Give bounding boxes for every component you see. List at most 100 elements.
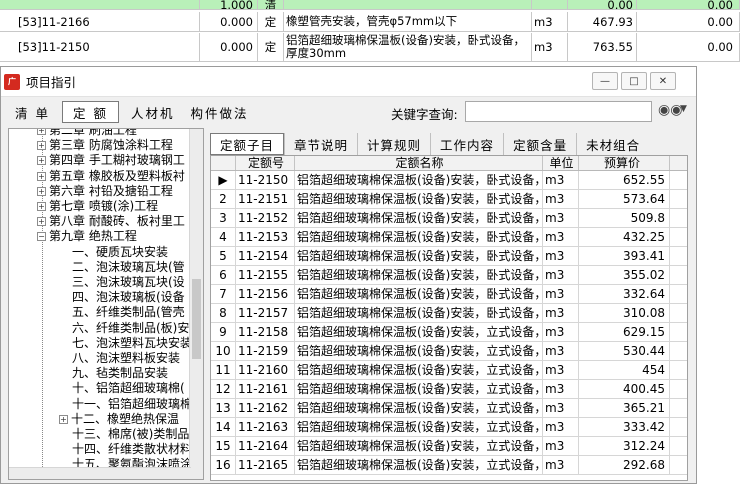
tree-node[interactable]: 八、泡沫塑料板安装 <box>72 351 180 366</box>
expand-plus-icon[interactable]: + <box>37 217 46 227</box>
close-button[interactable]: ✕ <box>650 72 676 90</box>
tab-chapter-notes[interactable]: 章节说明 <box>284 133 357 155</box>
expand-plus-icon[interactable]: + <box>59 414 68 424</box>
tree-node[interactable]: + 第三章 防腐蚀涂料工程 <box>37 138 173 153</box>
quota-unit: m3 <box>543 361 579 379</box>
tab-material-combo[interactable]: 未材组合 <box>576 133 649 155</box>
quota-code: 11-2154 <box>236 247 295 265</box>
bg-row[interactable]: 1.000 清 0.00 0.00 <box>0 0 740 10</box>
bg-code <box>0 0 200 9</box>
table-row[interactable]: 3 11-2152 铝箔超细玻璃棉保温板(设备)安装，卧式设备，厚 m3 509.8 <box>211 209 687 228</box>
bg-unit: m3 <box>532 12 568 31</box>
table-row[interactable]: 8 11-2157 铝箔超细玻璃棉保温板(设备)安装，卧式设备，厚 m3 310.08 <box>211 304 687 323</box>
scroll-thumb[interactable] <box>192 279 201 359</box>
tree-node[interactable]: 五、纤维类制品(管壳 <box>72 305 185 320</box>
tree-node[interactable]: 十三、棉席(被)类制品 <box>72 427 189 442</box>
tree-vertical-scrollbar[interactable] <box>189 129 203 479</box>
table-row[interactable]: 2 11-2151 铝箔超细玻璃棉保温板(设备)安装，卧式设备，厚 m3 573.64 <box>211 190 687 209</box>
tree-node[interactable]: 七、泡沫塑料瓦块安装 <box>72 336 192 351</box>
expand-plus-icon[interactable]: + <box>37 156 46 166</box>
tree-node[interactable]: 十一、铝箔超细玻璃棉 <box>72 397 192 412</box>
tree-node[interactable]: 九、毡类制品安装 <box>72 366 168 381</box>
bg-row[interactable]: [53]11-2166 0.000 定 橡塑管壳安装，管壳φ57mm以下 m3 … <box>0 12 740 32</box>
maximize-button[interactable]: □ <box>621 72 647 90</box>
bg-row[interactable]: [53]11-2150 0.000 定 铝箔超细玻璃棉保温板(设备)安装，卧式设… <box>0 33 740 62</box>
tree-node[interactable]: + 第五章 橡胶板及塑料板衬 <box>37 169 185 184</box>
bg-unit <box>532 0 568 9</box>
col-header-name[interactable]: 定额名称 <box>295 156 543 170</box>
col-header-code[interactable]: 定额号 <box>236 156 295 170</box>
tree-node[interactable]: 三、泡沫玻璃瓦块(设 <box>72 275 185 290</box>
tree-node[interactable]: 一、硬质瓦块安装 <box>72 245 168 260</box>
tree-node[interactable]: 二、泡沫玻璃瓦块(管 <box>72 260 185 275</box>
col-header-price[interactable]: 预算价 <box>579 156 670 170</box>
expand-plus-icon[interactable]: + <box>37 129 46 135</box>
tree-node[interactable]: + 十二、橡塑绝热保温 <box>59 412 179 427</box>
table-row[interactable]: 10 11-2159 铝箔超细玻璃棉保温板(设备)安装，立式设备，厚 m3 530.44 <box>211 342 687 361</box>
quota-name: 铝箔超细玻璃棉保温板(设备)安装，卧式设备，厚 <box>297 247 543 265</box>
detail-tabs-bar: 定额子目 章节说明 计算规则 工作内容 定额含量 未材组合 <box>210 133 688 155</box>
row-index: 7 <box>211 285 236 303</box>
table-row[interactable]: 6 11-2155 铝箔超细玻璃棉保温板(设备)安装，卧式设备，厚 m3 355.02 <box>211 266 687 285</box>
row-index: ▶ <box>211 171 236 189</box>
table-row[interactable]: 15 11-2164 铝箔超细玻璃棉保温板(设备)安装，立式设备，厚 m3 312.24 <box>211 437 687 456</box>
bg-price: 467.93 <box>568 12 637 31</box>
bg-total: 0.00 <box>637 0 740 9</box>
tab-calc-rules[interactable]: 计算规则 <box>357 133 430 155</box>
quota-price: 292.68 <box>579 456 670 474</box>
bg-total: 0.00 <box>637 12 740 31</box>
tree-node[interactable]: + 第七章 喷镀(涂)工程 <box>37 199 158 214</box>
quota-unit: m3 <box>543 304 579 322</box>
table-row[interactable]: 12 11-2161 铝箔超细玻璃棉保温板(设备)安装，立式设备，厚 m3 400.45 <box>211 380 687 399</box>
table-row[interactable]: 5 11-2154 铝箔超细玻璃棉保温板(设备)安装，卧式设备，厚 m3 393.41 <box>211 247 687 266</box>
tab-work-content[interactable]: 工作内容 <box>430 133 503 155</box>
tree-node[interactable]: − 第九章 绝热工程 <box>37 229 137 244</box>
quota-unit: m3 <box>543 418 579 436</box>
col-header-unit[interactable]: 单位 <box>543 156 579 170</box>
tab-labor-material[interactable]: 人材机 <box>123 101 183 123</box>
tree-node[interactable]: 十、铝箔超细玻璃棉( <box>72 381 185 396</box>
quota-items-table: 定额号 定额名称 单位 预算价 ▶ 11-2150 铝箔超细玻璃棉保温板(设备)安装… <box>210 155 688 481</box>
dialog-titlebar[interactable]: 广 项目指引 — □ ✕ <box>1 67 696 97</box>
quota-unit: m3 <box>543 228 579 246</box>
tab-quota[interactable]: 定 额 <box>61 101 119 123</box>
tree-node-label: 第三章 防腐蚀涂料工程 <box>49 138 173 153</box>
table-row[interactable]: 9 11-2158 铝箔超细玻璃棉保温板(设备)安装，立式设备，厚 m3 629.15 <box>211 323 687 342</box>
expand-plus-icon[interactable]: + <box>37 171 46 181</box>
tab-quota-content[interactable]: 定额含量 <box>503 133 576 155</box>
tree-node[interactable]: 四、泡沫玻璃板(设备 <box>72 290 185 305</box>
quota-name: 铝箔超细玻璃棉保温板(设备)安装，立式设备，厚 <box>297 437 543 455</box>
table-row[interactable]: 11 11-2160 铝箔超细玻璃棉保温板(设备)安装，立式设备，厚 m3 454 <box>211 361 687 380</box>
expand-plus-icon[interactable]: + <box>37 202 46 211</box>
binoculars-search-icon[interactable]: ◉◉ <box>658 102 682 118</box>
quota-unit: m3 <box>543 266 579 284</box>
expand-plus-icon[interactable]: + <box>37 186 46 196</box>
chevron-down-icon[interactable]: ▼ <box>680 104 687 114</box>
tab-quota-items[interactable]: 定额子目 <box>210 133 285 155</box>
bg-unit: m3 <box>532 33 568 61</box>
tree-node[interactable]: + 第六章 衬铅及搪铅工程 <box>37 184 173 199</box>
collapse-minus-icon[interactable]: − <box>37 232 46 242</box>
row-index: 16 <box>211 456 236 474</box>
table-row[interactable]: 4 11-2153 铝箔超细玻璃棉保温板(设备)安装，卧式设备，厚 m3 432.25 <box>211 228 687 247</box>
tree-horizontal-scrollbar[interactable] <box>9 467 191 479</box>
keyword-search-input[interactable] <box>465 101 652 122</box>
tab-bill[interactable]: 清 单 <box>7 101 58 123</box>
row-index: 11 <box>211 361 236 379</box>
tree-node[interactable]: 六、纤维类制品(板)安 <box>72 321 189 336</box>
row-index: 8 <box>211 304 236 322</box>
tree-node[interactable]: + 第四章 手工糊衬玻璃钢工 <box>37 153 185 168</box>
tree-node[interactable]: + 第八章 耐酸砖、板衬里工 <box>37 214 185 229</box>
expand-plus-icon[interactable]: + <box>37 141 46 151</box>
quota-unit: m3 <box>543 171 579 189</box>
tree-node[interactable]: 十四、纤维类散状材料 <box>72 442 192 457</box>
tree-node[interactable]: + 第二章 刷油工程 <box>37 129 137 138</box>
table-row[interactable]: 7 11-2156 铝箔超细玻璃棉保温板(设备)安装，卧式设备，厚 m3 332.64 <box>211 285 687 304</box>
table-row[interactable]: 13 11-2162 铝箔超细玻璃棉保温板(设备)安装，立式设备，厚 m3 365.21 <box>211 399 687 418</box>
table-row[interactable]: 14 11-2163 铝箔超细玻璃棉保温板(设备)安装，立式设备，厚 m3 333.42 <box>211 418 687 437</box>
tree-node-label: 十二、橡塑绝热保温 <box>71 411 180 426</box>
table-row[interactable]: 16 11-2165 铝箔超细玻璃棉保温板(设备)安装，立式设备，厚 m3 292.68 <box>211 456 687 475</box>
minimize-button[interactable]: — <box>592 72 618 90</box>
tab-component-method[interactable]: 构件做法 <box>182 101 256 123</box>
table-row[interactable]: ▶ 11-2150 铝箔超细玻璃棉保温板(设备)安装，卧式设备，厚 m3 652.55 <box>211 171 687 190</box>
